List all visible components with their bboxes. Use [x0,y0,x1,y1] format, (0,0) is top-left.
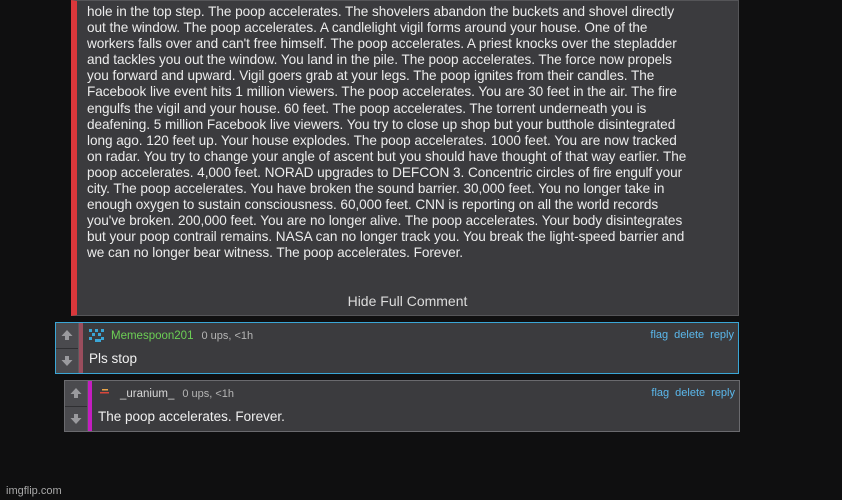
comment-line: workers falls over and can't free himsel… [87,36,677,52]
avatar-icon [89,329,104,342]
arrow-up-icon [70,388,82,399]
comment-line: we can no longer bear witness. The poop … [87,245,464,261]
comment-line: city. The poop accelerates. You have bro… [87,181,665,197]
comment-line: on radar. You try to change your angle o… [87,148,687,164]
reply-meta: Memespoon201 0 ups, <1h [89,329,253,343]
delete-link[interactable]: delete [674,329,704,341]
comment-line: you've broken. 200,000 feet. You are no … [87,213,683,229]
reply-link[interactable]: reply [711,387,735,399]
comment-line: poop accelerates. 4,000 feet. NORAD upgr… [87,164,683,180]
comment-line: you forward and upward. Vigil goers grab… [87,68,655,84]
comment-line: hole in the top step. The poop accelerat… [87,4,675,19]
comment-line: long ago. 120 feet up. Your house explod… [87,132,677,148]
reply-text: Pls stop [89,351,138,366]
comment-line: engulfs the vigil and your house. 60 fee… [87,100,647,116]
downvote-button[interactable] [56,347,78,373]
reply-link[interactable]: reply [710,329,734,341]
downvote-button[interactable] [65,405,87,431]
comment-line: but your poop contrail remains. NASA can… [87,229,685,245]
main-comment-text: hole in the top step. The poop accelerat… [77,4,738,262]
comment-line: deafening. 5 million Facebook live viewe… [87,116,676,132]
reply-meta-text: 0 ups, <1h [201,330,254,342]
upvote-button[interactable] [65,381,87,406]
reply-text: The poop accelerates. Forever. [98,409,285,424]
reply-username[interactable]: _uranium_ [120,388,174,400]
arrow-up-icon [61,330,73,341]
vote-controls [56,323,79,373]
comment-line: and tackles you out the window. You land… [87,52,672,68]
delete-link[interactable]: delete [675,387,705,399]
reply-comment: _uranium_ 0 ups, <1h flag delete reply T… [64,380,740,432]
main-comment: hole in the top step. The poop accelerat… [71,0,739,316]
reply-body: Memespoon201 0 ups, <1h flag delete repl… [83,323,738,373]
reply-username[interactable]: Memespoon201 [111,330,193,342]
flag-link[interactable]: flag [650,329,668,341]
arrow-down-icon [70,413,82,424]
arrow-down-icon [61,355,73,366]
reply-meta: _uranium_ 0 ups, <1h [98,387,234,401]
comment-line: enough oxygen to sustain consciousness. … [87,197,659,213]
reply-comment: Memespoon201 0 ups, <1h flag delete repl… [55,322,739,374]
upvote-button[interactable] [56,323,78,348]
avatar-icon [100,389,109,394]
comment-line: Facebook live event hits 1 million viewe… [87,84,677,100]
reply-body: _uranium_ 0 ups, <1h flag delete reply T… [92,381,739,431]
comment-line: out the window. The poop accelerates. A … [87,20,648,36]
vote-controls [65,381,88,431]
reply-actions: flag delete reply [650,329,734,341]
reply-meta-text: 0 ups, <1h [182,388,235,400]
flag-link[interactable]: flag [651,387,669,399]
hide-full-comment-button[interactable]: Hide Full Comment [77,293,738,309]
reply-actions: flag delete reply [651,387,735,399]
imgflip-watermark: imgflip.com [6,485,62,497]
